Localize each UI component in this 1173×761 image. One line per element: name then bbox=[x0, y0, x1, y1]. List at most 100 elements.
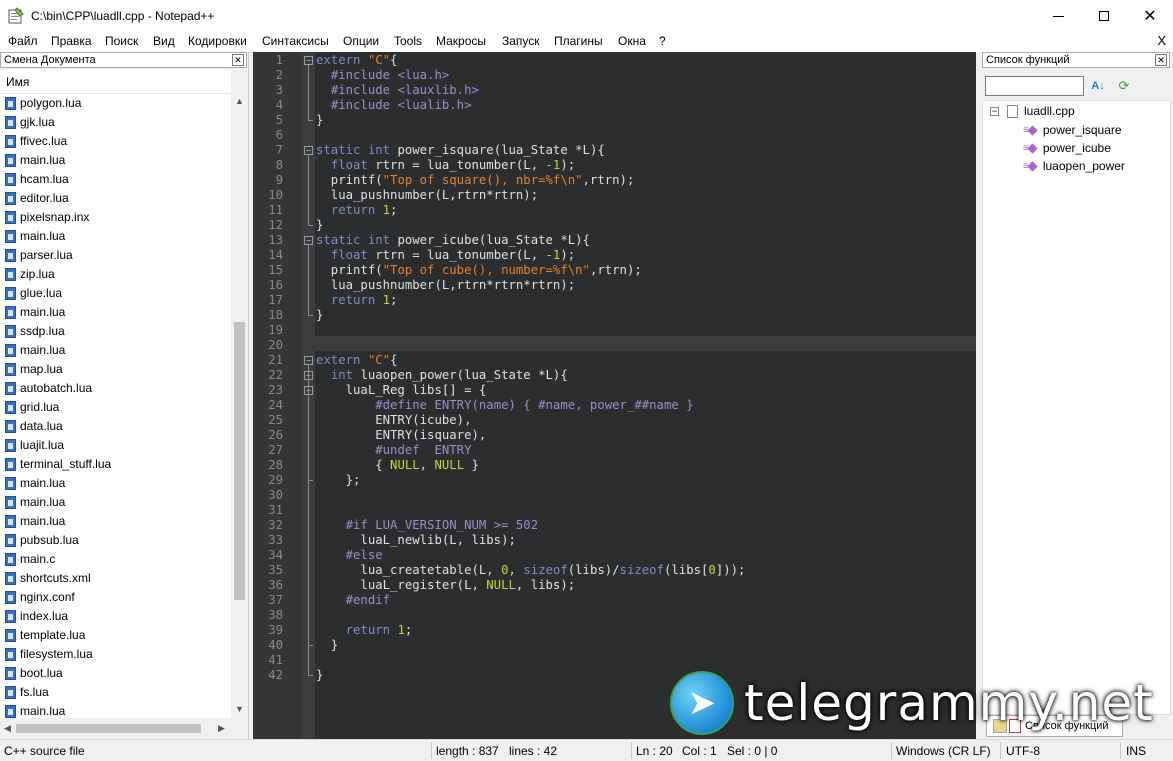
code-line[interactable]: static int power_isquare(lua_State *L){ bbox=[316, 143, 605, 158]
menu-item[interactable]: Синтаксисы bbox=[262, 34, 329, 48]
function-item[interactable]: ≡ power_icube bbox=[1023, 141, 1111, 155]
code-line[interactable]: return 1; bbox=[316, 203, 398, 218]
maximize-button[interactable] bbox=[1081, 0, 1127, 32]
menu-item[interactable]: Запуск bbox=[502, 34, 540, 48]
code-line[interactable]: lua_pushnumber(L,rtrn*rtrn*rtrn); bbox=[316, 278, 575, 293]
list-item[interactable]: map.lua bbox=[0, 360, 231, 379]
code-line[interactable]: luaL_Reg libs[] = { bbox=[316, 383, 487, 398]
code-line[interactable]: #else bbox=[316, 548, 383, 563]
code-line[interactable]: #undef ENTRY bbox=[316, 443, 471, 458]
code-line[interactable]: int luaopen_power(lua_State *L){ bbox=[316, 368, 568, 383]
refresh-icon[interactable]: ⟳ bbox=[1114, 76, 1134, 96]
list-item[interactable]: main.lua bbox=[0, 512, 231, 531]
fold-toggle-icon[interactable]: − bbox=[304, 371, 313, 380]
list-item[interactable]: main.lua bbox=[0, 303, 231, 322]
code-line[interactable]: printf("Top of cube(), number=%f\n",rtrn… bbox=[316, 263, 642, 278]
scroll-thumb[interactable] bbox=[234, 322, 245, 600]
list-item[interactable]: nginx.conf bbox=[0, 588, 231, 607]
code-line[interactable]: { NULL, NULL } bbox=[316, 458, 479, 473]
function-item[interactable]: ≡ luaopen_power bbox=[1023, 159, 1125, 173]
menu-item[interactable]: Окна bbox=[618, 34, 646, 48]
code-line[interactable]: #define ENTRY(name) { #name, power_##nam… bbox=[316, 398, 693, 413]
code-line[interactable]: static int power_icube(lua_State *L){ bbox=[316, 233, 590, 248]
code-line[interactable]: luaL_newlib(L, libs); bbox=[316, 533, 515, 548]
fold-toggle-icon[interactable]: − bbox=[304, 56, 313, 65]
code-line[interactable]: } bbox=[316, 113, 323, 128]
list-item[interactable]: terminal_stuff.lua bbox=[0, 455, 231, 474]
list-item[interactable]: glue.lua bbox=[0, 284, 231, 303]
code-line[interactable]: #endif bbox=[316, 593, 390, 608]
close-panel-icon[interactable]: ✕ bbox=[232, 54, 244, 66]
fold-toggle-icon[interactable]: − bbox=[304, 356, 313, 365]
code-line[interactable]: extern "C"{ bbox=[316, 353, 397, 368]
menu-item[interactable]: Поиск bbox=[105, 34, 138, 48]
menu-item[interactable]: Вид bbox=[153, 34, 175, 48]
code-line[interactable]: }; bbox=[316, 473, 361, 488]
code-line[interactable]: } bbox=[316, 218, 323, 233]
list-item[interactable]: index.lua bbox=[0, 607, 231, 626]
menu-item[interactable]: Tools bbox=[394, 34, 422, 48]
code-line[interactable]: #include <lua.h> bbox=[316, 68, 449, 83]
code-line[interactable]: lua_createtable(L, 0, sizeof(libs)/sizeo… bbox=[316, 563, 745, 578]
list-item[interactable]: pubsub.lua bbox=[0, 531, 231, 550]
list-item[interactable]: template.lua bbox=[0, 626, 231, 645]
list-item[interactable]: main.lua bbox=[0, 474, 231, 493]
list-item[interactable]: grid.lua bbox=[0, 398, 231, 417]
menu-item[interactable]: Правка bbox=[51, 34, 92, 48]
list-item[interactable]: luajit.lua bbox=[0, 436, 231, 455]
fold-toggle-icon[interactable]: − bbox=[304, 236, 313, 245]
list-item[interactable]: polygon.lua bbox=[0, 94, 231, 113]
menu-item[interactable]: Кодировки bbox=[188, 34, 247, 48]
list-item[interactable]: ssdp.lua bbox=[0, 322, 231, 341]
column-header-name[interactable]: Имя bbox=[0, 70, 231, 94]
menu-item[interactable]: Макросы bbox=[436, 34, 486, 48]
code-line[interactable]: } bbox=[316, 638, 338, 653]
list-item[interactable]: zip.lua bbox=[0, 265, 231, 284]
collapse-icon[interactable]: − bbox=[990, 107, 999, 116]
code-line[interactable]: #include <lauxlib.h> bbox=[316, 83, 479, 98]
code-line[interactable]: ENTRY(icube), bbox=[316, 413, 471, 428]
menu-item[interactable]: ? bbox=[659, 34, 666, 48]
list-item[interactable]: fs.lua bbox=[0, 683, 231, 702]
tree-root-file[interactable]: luadll.cpp bbox=[1007, 104, 1075, 118]
code-line[interactable]: extern "C"{ bbox=[316, 53, 397, 68]
h-scroll-thumb[interactable] bbox=[16, 724, 201, 733]
list-item[interactable]: main.c bbox=[0, 550, 231, 569]
horizontal-scrollbar[interactable]: ◀ ▶ bbox=[0, 720, 231, 737]
list-item[interactable]: main.lua bbox=[0, 702, 231, 718]
list-item[interactable]: filesystem.lua bbox=[0, 645, 231, 664]
menu-item[interactable]: Опции bbox=[343, 34, 379, 48]
fold-toggle-icon[interactable]: − bbox=[304, 386, 313, 395]
list-item[interactable]: gjk.lua bbox=[0, 113, 231, 132]
list-item[interactable]: data.lua bbox=[0, 417, 231, 436]
menu-item[interactable]: Файл bbox=[8, 34, 38, 48]
list-item[interactable]: pixelsnap.inx bbox=[0, 208, 231, 227]
scroll-up-icon[interactable]: ▲ bbox=[235, 96, 244, 106]
status-eol[interactable]: Windows (CR LF) bbox=[896, 744, 991, 758]
list-item[interactable]: parser.lua bbox=[0, 246, 231, 265]
list-item[interactable]: main.lua bbox=[0, 227, 231, 246]
code-line[interactable]: } bbox=[316, 308, 323, 323]
close-panel-icon[interactable]: ✕ bbox=[1155, 54, 1167, 66]
list-item[interactable]: boot.lua bbox=[0, 664, 231, 683]
code-line[interactable]: return 1; bbox=[316, 293, 398, 308]
code-line[interactable]: #if LUA_VERSION_NUM >= 502 bbox=[316, 518, 539, 533]
close-button[interactable]: ✕ bbox=[1127, 0, 1173, 32]
function-search-input[interactable] bbox=[985, 76, 1084, 96]
list-item[interactable]: main.lua bbox=[0, 493, 231, 512]
vertical-scrollbar[interactable]: ▲ ▼ bbox=[231, 94, 248, 718]
list-item[interactable]: main.lua bbox=[0, 151, 231, 170]
code-line[interactable]: return 1; bbox=[316, 623, 413, 638]
code-line[interactable]: luaL_register(L, NULL, libs); bbox=[316, 578, 575, 593]
menu-item[interactable]: Плагины bbox=[554, 34, 603, 48]
list-item[interactable]: shortcuts.xml bbox=[0, 569, 231, 588]
fold-toggle-icon[interactable]: − bbox=[304, 146, 313, 155]
code-editor[interactable]: 1 extern "C"{2 #include <lua.h> 3 #include… bbox=[253, 52, 976, 739]
function-item[interactable]: ≡ power_isquare bbox=[1023, 123, 1122, 137]
scroll-down-icon[interactable]: ▼ bbox=[235, 704, 244, 714]
scroll-left-icon[interactable]: ◀ bbox=[4, 723, 11, 734]
code-line[interactable]: float rtrn = lua_tonumber(L, -1); bbox=[316, 248, 575, 263]
status-insert-mode[interactable]: INS bbox=[1126, 744, 1146, 758]
list-item[interactable]: editor.lua bbox=[0, 189, 231, 208]
code-line[interactable]: } bbox=[316, 668, 323, 683]
